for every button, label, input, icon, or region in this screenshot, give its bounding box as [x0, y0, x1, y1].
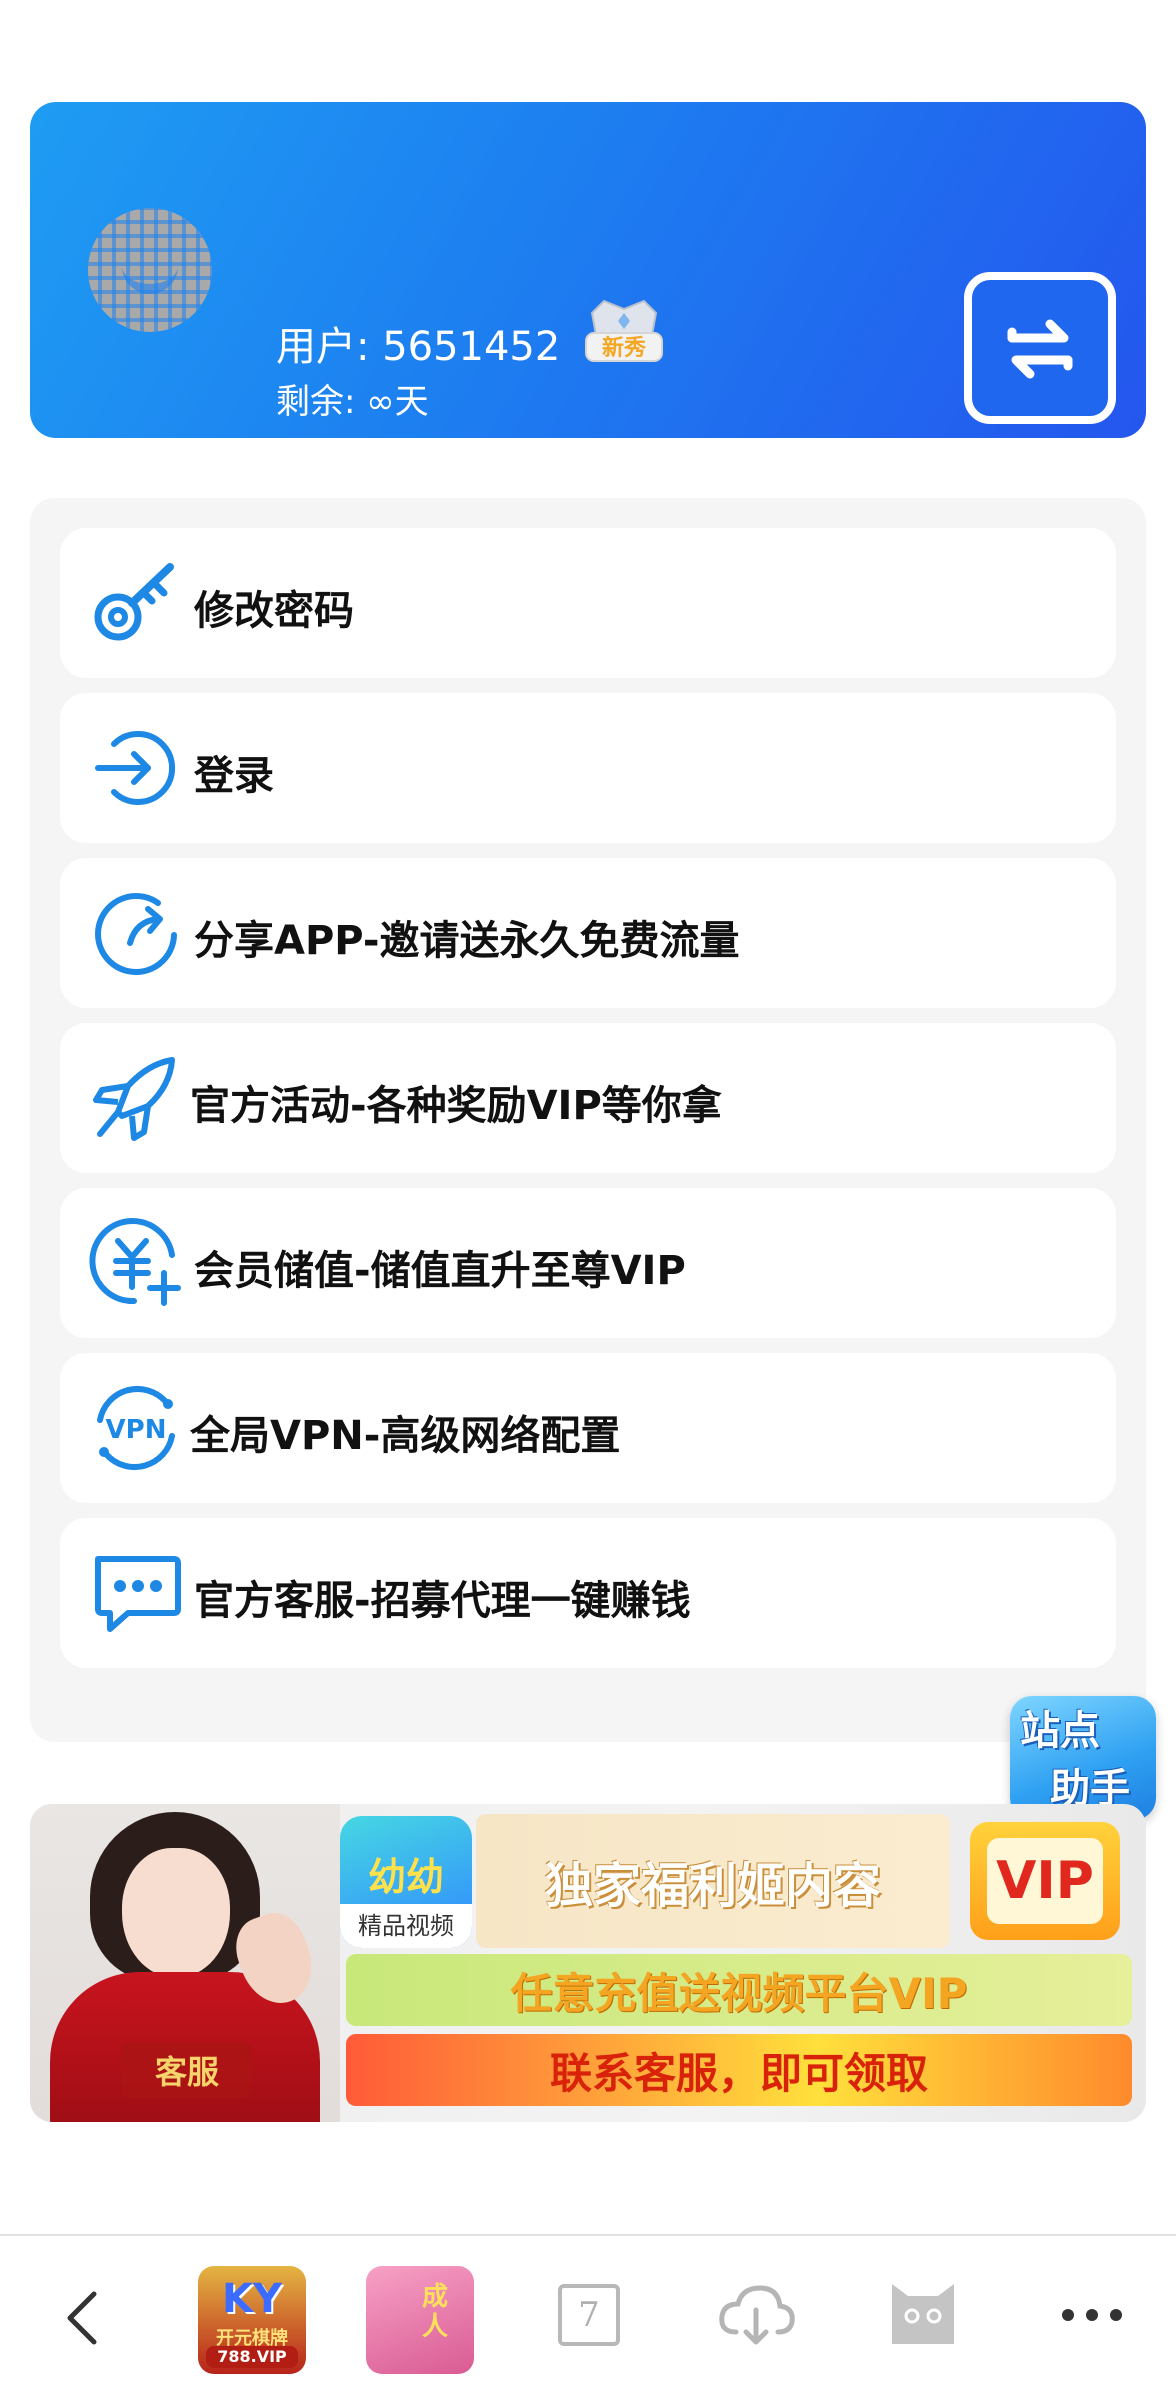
- user-id-label: 用户: 5651452: [276, 324, 561, 370]
- banner-model-image: 客服: [30, 1804, 340, 2122]
- newbie-badge-icon: 新秀: [582, 295, 666, 365]
- badge-text: 新秀: [602, 335, 646, 361]
- shortcut-app-kaiyuan[interactable]: KY 开元棋牌 788.VIP: [198, 2266, 306, 2374]
- banner-app-subtitle: 精品视频: [340, 1904, 472, 1948]
- back-chevron-icon[interactable]: [54, 2288, 114, 2348]
- menu-label: 修改密码: [194, 588, 354, 634]
- assistant-line-1: 站点: [1020, 1708, 1100, 1754]
- swap-arrows-icon: [1007, 319, 1073, 379]
- menu-item-customer-service[interactable]: 官方客服-招募代理一键赚钱: [60, 1518, 1116, 1668]
- banner-vip-text: VIP: [987, 1838, 1103, 1924]
- banner-vip-badge: VIP: [970, 1822, 1120, 1940]
- menu-label: 官方活动-各种奖励VIP等你拿: [190, 1083, 722, 1129]
- menu-item-official-activity[interactable]: 官方活动-各种奖励VIP等你拿: [60, 1023, 1116, 1173]
- banner-service-tag: 客服: [122, 2042, 252, 2098]
- svg-text:VPN: VPN: [106, 1415, 167, 1445]
- banner-row-recharge: 任意充值送视频平台VIP: [346, 1954, 1132, 2026]
- tabs-button[interactable]: 7: [554, 2280, 624, 2350]
- menu-label: 会员储值-储值直升至尊VIP: [194, 1248, 686, 1294]
- key-icon: [94, 563, 174, 641]
- more-dots-icon[interactable]: [1058, 2300, 1126, 2330]
- shortcut-app-adult-text: 成人: [422, 2282, 449, 2342]
- menu-item-global-vpn[interactable]: VPN 全局VPN-高级网络配置: [60, 1353, 1116, 1503]
- menu-label: 分享APP-邀请送永久免费流量: [194, 918, 740, 964]
- menu-label: 官方客服-招募代理一键赚钱: [194, 1578, 691, 1624]
- kaiyuan-logo: KY: [222, 2276, 282, 2322]
- menu-label: 登录: [194, 753, 274, 799]
- login-arrow-icon: [95, 731, 175, 805]
- banner-row-contact: 联系客服，即可领取: [346, 2034, 1132, 2106]
- vpn-icon: VPN: [97, 1386, 175, 1470]
- remaining-days-label: 剩余: ∞天: [276, 382, 429, 422]
- menu-item-member-recharge[interactable]: 会员储值-储值直升至尊VIP: [60, 1188, 1116, 1338]
- menu-item-login[interactable]: 登录: [60, 693, 1116, 843]
- tabs-count: 7: [578, 2295, 600, 2335]
- menu-item-share-app[interactable]: 分享APP-邀请送永久免费流量: [60, 858, 1116, 1008]
- account-header-card: 用户: 5651452 剩余: ∞天 新秀 重置流量: [30, 102, 1146, 438]
- reset-traffic-button[interactable]: [964, 272, 1116, 424]
- menu-item-change-password[interactable]: 修改密码: [60, 528, 1116, 678]
- chat-bubble-icon: [95, 1556, 181, 1632]
- shortcut-app-adult[interactable]: 成人: [366, 2266, 474, 2374]
- yuan-plus-icon: [89, 1218, 181, 1306]
- menu-label: 全局VPN-高级网络配置: [190, 1413, 621, 1459]
- avatar[interactable]: [88, 208, 212, 332]
- browser-bottom-nav: KY 开元棋牌 788.VIP 成人 7: [0, 2234, 1176, 2400]
- cat-mascot-icon[interactable]: [886, 2272, 960, 2352]
- share-refresh-icon: [95, 893, 177, 975]
- site-assistant-button[interactable]: 站点 助手: [1010, 1696, 1156, 1820]
- reset-traffic-label[interactable]: 重置流量: [956, 428, 1126, 438]
- promo-banner[interactable]: 客服 幼幼 精品视频 独家福利姬内容 VIP 任意充值送视频平台VIP 联系客服…: [30, 1804, 1146, 2122]
- kaiyuan-url: 788.VIP: [206, 2346, 298, 2368]
- banner-headline: 独家福利姬内容: [476, 1814, 950, 1948]
- banner-app-name: 幼幼: [367, 1855, 444, 1899]
- rocket-icon: [93, 1057, 175, 1141]
- cloud-download-icon[interactable]: [716, 2280, 796, 2350]
